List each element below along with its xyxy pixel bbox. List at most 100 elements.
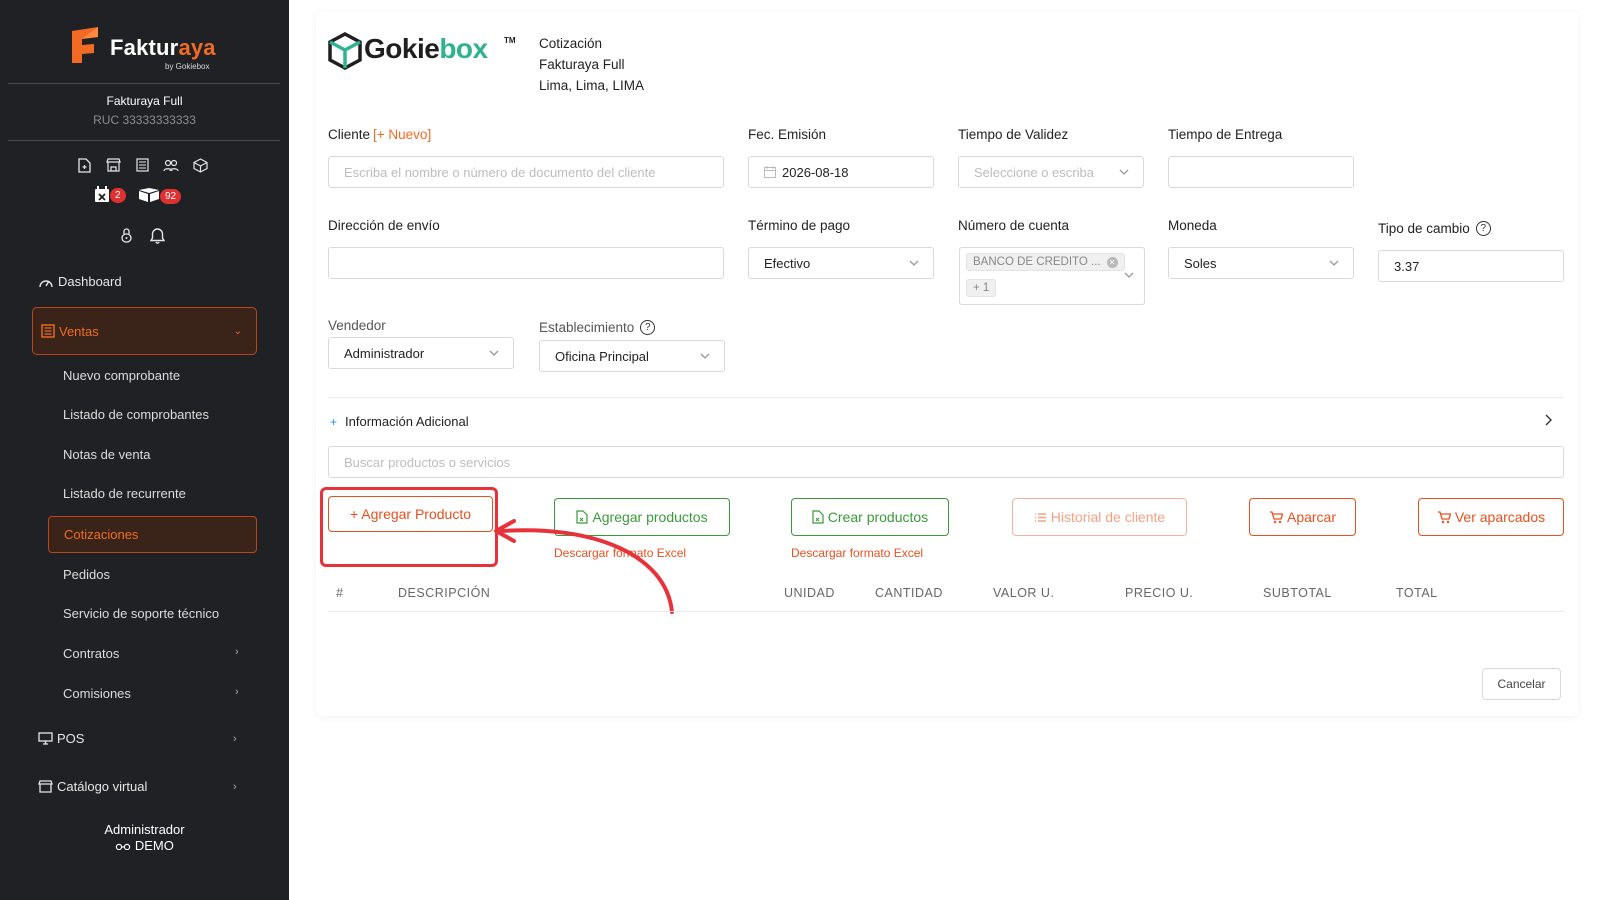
user-account[interactable]: DEMO [0, 838, 289, 853]
list-icon[interactable] [134, 157, 150, 173]
direccion-label: Dirección de envío [328, 218, 440, 233]
cancel-button[interactable]: Cancelar [1482, 668, 1561, 700]
sidebar-subitem-nuevo-comprobante[interactable]: Nuevo comprobante [63, 368, 180, 383]
entrega-input[interactable] [1168, 156, 1354, 188]
chevron-right-icon: › [235, 686, 239, 698]
park-label: Aparcar [1286, 509, 1337, 525]
section-divider [328, 397, 1564, 398]
help-icon[interactable]: ? [1475, 221, 1491, 236]
sidebar-subitem-contratos[interactable]: Contratos › [63, 646, 239, 661]
trademark: TM [504, 36, 516, 45]
users-icon[interactable] [163, 157, 179, 173]
validez-select[interactable]: Seleccione o escriba [958, 156, 1144, 188]
shop-icon [38, 780, 53, 793]
cliente-input[interactable]: Escriba el nombre o número de documento … [328, 156, 724, 188]
quick-actions [76, 157, 208, 173]
vendedor-select[interactable]: Administrador [328, 337, 514, 369]
cuenta-tag: BANCO DE CREDITO ... ✕ [966, 253, 1125, 271]
sidebar-item-dashboard[interactable]: Dashboard [38, 274, 122, 289]
column-header-valor-unitario: VALOR U. [993, 586, 1055, 600]
sidebar-subitem-notas-venta[interactable]: Notas de venta [63, 447, 150, 462]
download-excel-link[interactable]: Descargar formato Excel [791, 546, 923, 560]
cliente-label-text: Cliente [328, 127, 371, 142]
entrega-label: Tiempo de Entrega [1168, 127, 1283, 142]
establecimiento-value: Oficina Principal [555, 348, 649, 364]
direccion-input[interactable] [328, 247, 724, 279]
gokiebox-logo: Gokiebox TM [328, 32, 518, 72]
boxes-icon [139, 188, 159, 202]
new-client-link[interactable]: [+ Nuevo] [373, 127, 431, 142]
company-ruc: RUC 33333333333 [93, 113, 196, 127]
new-document-icon[interactable] [76, 157, 92, 173]
user-role: Administrador [104, 822, 185, 837]
sidebar: Fakturaya by Gokiebox Fakturaya Full RUC… [0, 0, 289, 900]
info-adicional-toggle[interactable]: + Información Adicional [330, 414, 469, 429]
boxes-alert[interactable]: 92 [138, 187, 182, 204]
bell-icon[interactable] [149, 227, 166, 249]
sidebar-item-label: Catálogo virtual [57, 779, 148, 794]
column-header-precio-unitario: PRECIO U. [1125, 586, 1194, 600]
sidebar-item-label: Ventas [59, 323, 99, 339]
fecha-input[interactable]: 2026-08-18 [748, 156, 934, 188]
brand-name: Gokiebox [364, 33, 488, 64]
sidebar-subitem-listado-comprobantes[interactable]: Listado de comprobantes [63, 407, 209, 422]
box-icon[interactable] [192, 157, 208, 173]
termino-value: Efectivo [764, 255, 811, 271]
help-icon[interactable]: ? [640, 320, 656, 335]
chevron-down-icon [1329, 260, 1339, 266]
receipt-icon [41, 324, 55, 338]
chevron-right-icon: › [235, 646, 239, 658]
chevron-right-icon[interactable] [1541, 413, 1555, 427]
table-header-divider [328, 611, 1564, 612]
chevron-down-icon [1119, 169, 1129, 175]
cuenta-tag-text: BANCO DE CREDITO ... [973, 256, 1101, 268]
sidebar-item-label: Contratos [63, 646, 120, 661]
create-products-button[interactable]: Crear productos [791, 498, 949, 536]
create-products-label: Crear productos [827, 509, 929, 525]
cuenta-more-tag: + 1 [966, 279, 997, 297]
client-history-button[interactable]: Historial de cliente [1012, 498, 1187, 536]
sidebar-subitem-pedidos[interactable]: Pedidos [63, 567, 110, 582]
fecha-value: 2026-08-18 [782, 164, 849, 180]
vendedor-value: Administrador [344, 345, 425, 361]
chevron-down-icon [700, 353, 710, 359]
user-name: DEMO [134, 838, 174, 853]
chevron-down-icon [1124, 272, 1134, 278]
column-header-descripcion: DESCRIPCIÓN [398, 586, 491, 600]
sidebar-subitem-comisiones[interactable]: Comisiones › [63, 686, 239, 701]
establecimiento-select[interactable]: Oficina Principal [539, 340, 725, 372]
monitor-icon [38, 732, 53, 745]
lock-icon[interactable] [120, 227, 133, 249]
chevron-down-icon: ⌄ [233, 325, 242, 337]
cliente-label: Cliente [+ Nuevo] [328, 127, 431, 142]
view-parked-button[interactable]: Ver aparcados [1418, 498, 1564, 536]
calendar-x-icon [95, 186, 109, 202]
plus-icon: + [330, 414, 338, 429]
sidebar-item-label: POS [57, 731, 85, 746]
fecha-label: Fec. Emisión [748, 127, 827, 142]
calendar-alert[interactable]: 2 [94, 186, 126, 203]
termino-label: Término de pago [748, 218, 851, 233]
sidebar-subitem-soporte-tecnico[interactable]: Servicio de soporte técnico [63, 606, 219, 621]
sidebar-item-catalogo[interactable]: Catálogo virtual › [38, 779, 237, 794]
fakturaya-logo[interactable]: Fakturaya by Gokiebox [68, 25, 228, 71]
info-adicional-label: Información Adicional [345, 414, 469, 429]
cuenta-multiselect[interactable]: BANCO DE CREDITO ... ✕ + 1 [959, 247, 1145, 305]
chevron-right-icon: › [233, 732, 237, 745]
moneda-label: Moneda [1168, 218, 1217, 233]
sidebar-subitem-listado-recurrente[interactable]: Listado de recurrente [63, 486, 186, 501]
sidebar-subitem-cotizaciones[interactable]: Cotizaciones [48, 516, 257, 553]
termino-select[interactable]: Efectivo [748, 247, 934, 279]
sidebar-item-ventas[interactable]: Ventas ⌄ [32, 307, 257, 355]
remove-tag-icon[interactable]: ✕ [1106, 256, 1118, 268]
store-icon[interactable] [105, 157, 121, 173]
sidebar-item-pos[interactable]: POS › [38, 731, 237, 746]
column-header-unidad: UNIDAD [784, 586, 835, 600]
park-button[interactable]: Aparcar [1249, 498, 1356, 536]
moneda-select[interactable]: Soles [1168, 247, 1354, 279]
calendar-badge: 2 [110, 188, 126, 203]
product-search-input[interactable]: Buscar productos o servicios [328, 446, 1564, 478]
establecimiento-label-text: Establecimiento [539, 320, 635, 335]
cambio-input[interactable]: 3.37 [1378, 250, 1564, 282]
moneda-value: Soles [1184, 255, 1217, 271]
